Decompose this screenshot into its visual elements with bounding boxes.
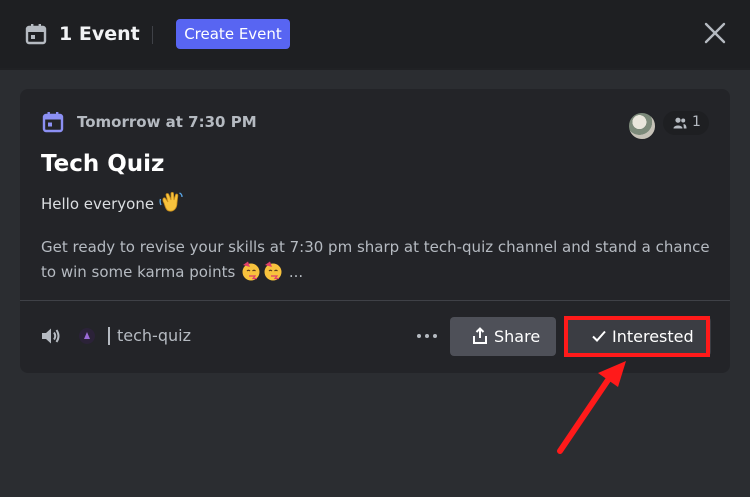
event-count: 1 Event (59, 23, 140, 45)
calendar-icon (25, 24, 47, 45)
card-divider (20, 300, 730, 301)
event-description: Get ready to revise your skills at 7:30 … (41, 235, 711, 285)
header-divider (152, 26, 153, 44)
modal-header: 1 Event Create Event (0, 0, 750, 68)
avatar[interactable] (627, 111, 657, 141)
share-icon (473, 327, 487, 344)
interested-count-badge[interactable]: 1 (663, 111, 709, 135)
events-modal: 1 Event Create Event Tomorrow at 7:30 PM… (0, 0, 750, 497)
description-text: Get ready to revise your skills at 7:30 … (41, 238, 710, 281)
speaker-icon (42, 328, 60, 344)
share-button[interactable]: Share (450, 317, 556, 356)
dot (433, 334, 437, 338)
channel-separator (108, 327, 110, 345)
event-greeting: Hello everyone (41, 191, 183, 213)
description-ellipsis: ... (288, 263, 304, 281)
waving-hand-emoji (159, 191, 183, 212)
close-icon[interactable] (702, 20, 728, 46)
annotation-arrow-icon (557, 361, 626, 454)
server-icon (79, 328, 95, 344)
create-event-button[interactable]: Create Event (176, 19, 290, 49)
channel-name[interactable]: tech-quiz (117, 326, 191, 345)
calendar-icon (42, 112, 64, 133)
people-icon (673, 117, 687, 129)
partying-face-emoji (242, 261, 260, 281)
interested-count: 1 (692, 114, 701, 130)
more-options-button[interactable] (415, 326, 439, 346)
greeting-text: Hello everyone (41, 195, 155, 213)
event-title: Tech Quiz (41, 151, 165, 177)
dot (425, 334, 429, 338)
partying-face-emoji (264, 261, 282, 281)
dot (417, 334, 421, 338)
annotation-highlight-box (564, 316, 710, 357)
event-date: Tomorrow at 7:30 PM (77, 113, 257, 131)
share-label: Share (494, 327, 541, 346)
